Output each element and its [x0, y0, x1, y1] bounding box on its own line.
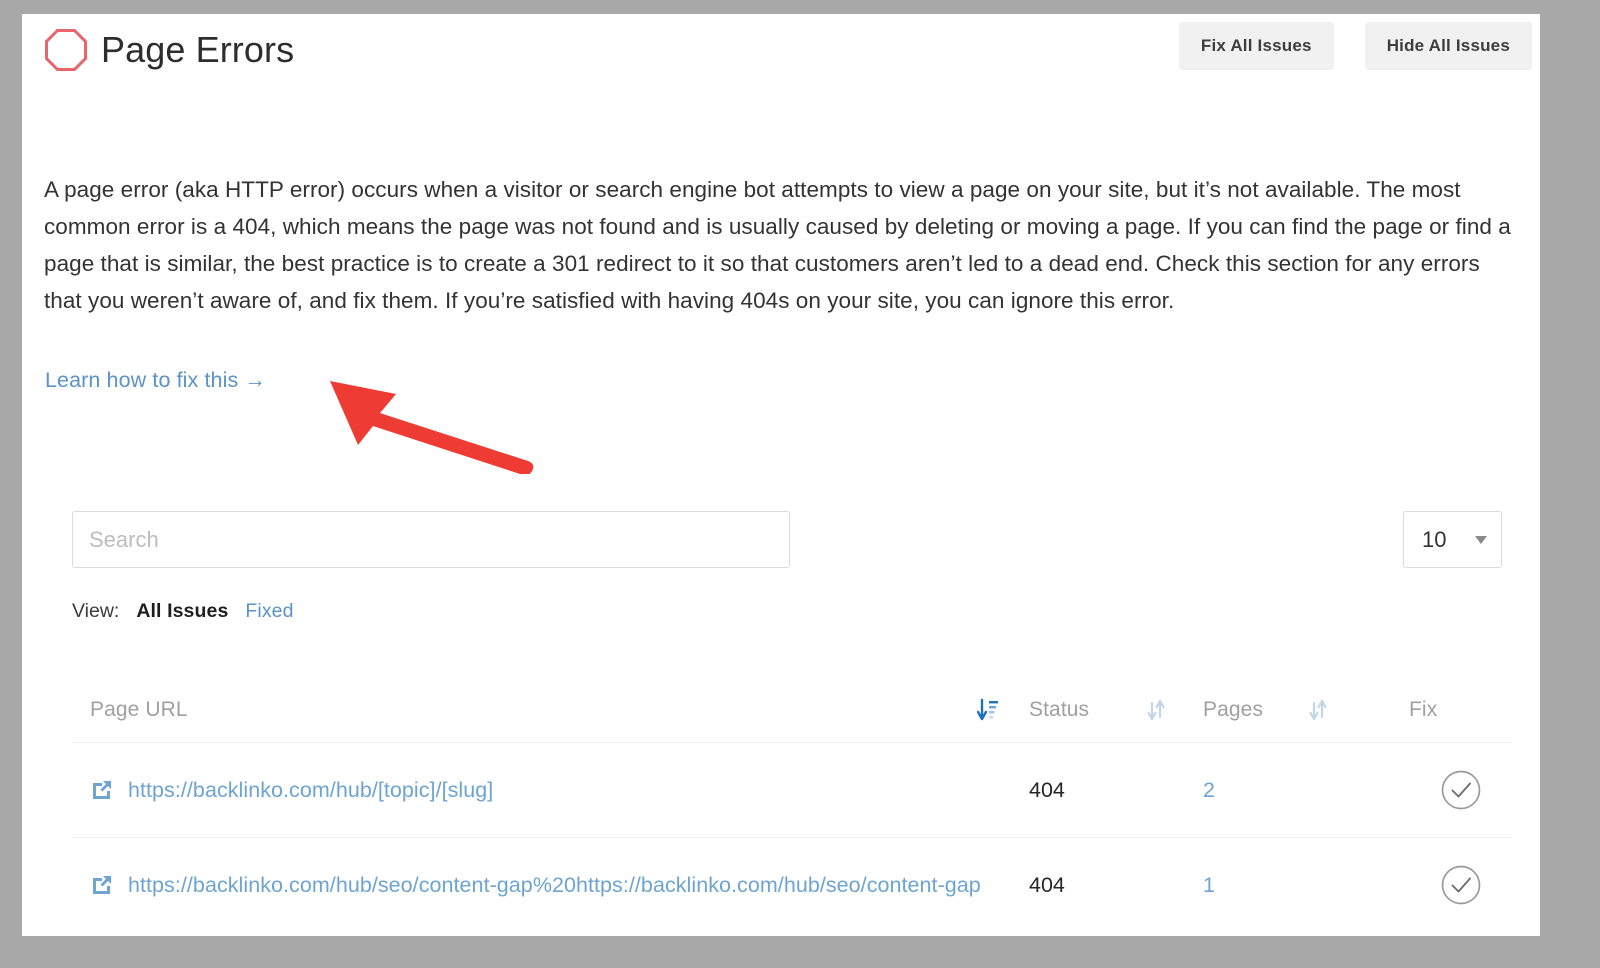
- view-filter-row: View: All Issues Fixed: [72, 600, 294, 623]
- screenshot-viewport: Page Errors Fix All Issues Hide All Issu…: [0, 0, 1600, 968]
- sort-status-button[interactable]: [1147, 684, 1203, 743]
- cell-status: 404: [1029, 837, 1147, 933]
- sort-icon: [1147, 700, 1165, 721]
- cell-spacer: [1309, 742, 1409, 838]
- chevron-down-icon: [1475, 535, 1487, 544]
- cell-fix: [1409, 742, 1512, 838]
- page-title: Page Errors: [101, 29, 295, 70]
- pages-count-link[interactable]: 1: [1203, 873, 1215, 897]
- cell-spacer: [1147, 837, 1203, 933]
- cell-spacer: [1147, 742, 1203, 838]
- page-url-link[interactable]: https://backlinko.com/hub/seo/content-ga…: [128, 873, 981, 898]
- cell-spacer: [977, 742, 1029, 838]
- table-row: https://backlinko.com/hub/seo/content-ga…: [72, 837, 1512, 933]
- column-header-status[interactable]: Status: [1029, 684, 1147, 743]
- issues-table-wrapper: Page URL Status Pages Fix https://backli…: [72, 684, 1512, 933]
- cell-spacer: [1309, 837, 1409, 933]
- pages-count-link[interactable]: 2: [1203, 778, 1215, 802]
- learn-how-to-fix-link[interactable]: Learn how to fix this →: [45, 368, 266, 393]
- status-value: 404: [1029, 777, 1065, 802]
- table-row: https://backlinko.com/hub/[topic]/[slug]…: [72, 742, 1512, 838]
- column-header-fix-label: Fix: [1409, 698, 1438, 722]
- hide-all-issues-button[interactable]: Hide All Issues: [1364, 22, 1532, 70]
- card-header: Page Errors Fix All Issues Hide All Issu…: [22, 14, 1540, 106]
- fix-all-issues-button[interactable]: Fix All Issues: [1178, 22, 1334, 70]
- column-header-fix: Fix: [1409, 684, 1512, 743]
- view-option-all-issues[interactable]: All Issues: [136, 600, 228, 623]
- cell-fix: [1409, 837, 1512, 933]
- external-link-icon[interactable]: [90, 778, 114, 802]
- table-controls: 10: [22, 511, 1540, 571]
- page-errors-card: Page Errors Fix All Issues Hide All Issu…: [22, 14, 1540, 936]
- cell-page-url: https://backlinko.com/hub/seo/content-ga…: [72, 837, 981, 933]
- external-link-icon[interactable]: [90, 873, 114, 897]
- column-header-status-label: Status: [1029, 698, 1090, 722]
- cell-spacer: [977, 837, 1029, 933]
- sort-pages-button[interactable]: [1309, 684, 1409, 743]
- issues-table: Page URL Status Pages Fix https://backli…: [72, 684, 1512, 933]
- column-header-pages-label: Pages: [1203, 698, 1264, 722]
- sort-page-url-button[interactable]: [977, 684, 1029, 743]
- per-page-value: 10: [1422, 526, 1447, 552]
- column-header-pages[interactable]: Pages: [1203, 684, 1309, 743]
- octagon-error-icon: [45, 29, 87, 71]
- column-header-page-url-label: Page URL: [90, 698, 188, 722]
- annotation-arrow-icon: [330, 381, 534, 474]
- page-url-link[interactable]: https://backlinko.com/hub/[topic]/[slug]: [128, 778, 493, 803]
- check-circle-icon[interactable]: [1440, 769, 1482, 811]
- page-title-group: Page Errors: [44, 28, 294, 72]
- cell-pages: 1: [1203, 837, 1309, 933]
- cell-pages: 2: [1203, 742, 1309, 838]
- cell-page-url: https://backlinko.com/hub/[topic]/[slug]: [72, 742, 977, 838]
- check-circle-icon[interactable]: [1440, 864, 1482, 906]
- description-text: A page error (aka HTTP error) occurs whe…: [44, 176, 1511, 313]
- table-header-row: Page URL Status Pages Fix: [72, 684, 1512, 743]
- sort-icon: [1309, 700, 1327, 721]
- view-option-fixed[interactable]: Fixed: [245, 600, 293, 623]
- search-input[interactable]: [72, 511, 790, 568]
- header-actions: Fix All Issues Hide All Issues: [1178, 22, 1532, 70]
- sort-amount-down-active-icon: [977, 699, 998, 721]
- per-page-dropdown[interactable]: 10: [1403, 511, 1502, 568]
- cell-status: 404: [1029, 742, 1147, 838]
- view-label: View:: [72, 600, 120, 622]
- column-header-page-url[interactable]: Page URL: [72, 684, 977, 743]
- status-value: 404: [1029, 872, 1065, 897]
